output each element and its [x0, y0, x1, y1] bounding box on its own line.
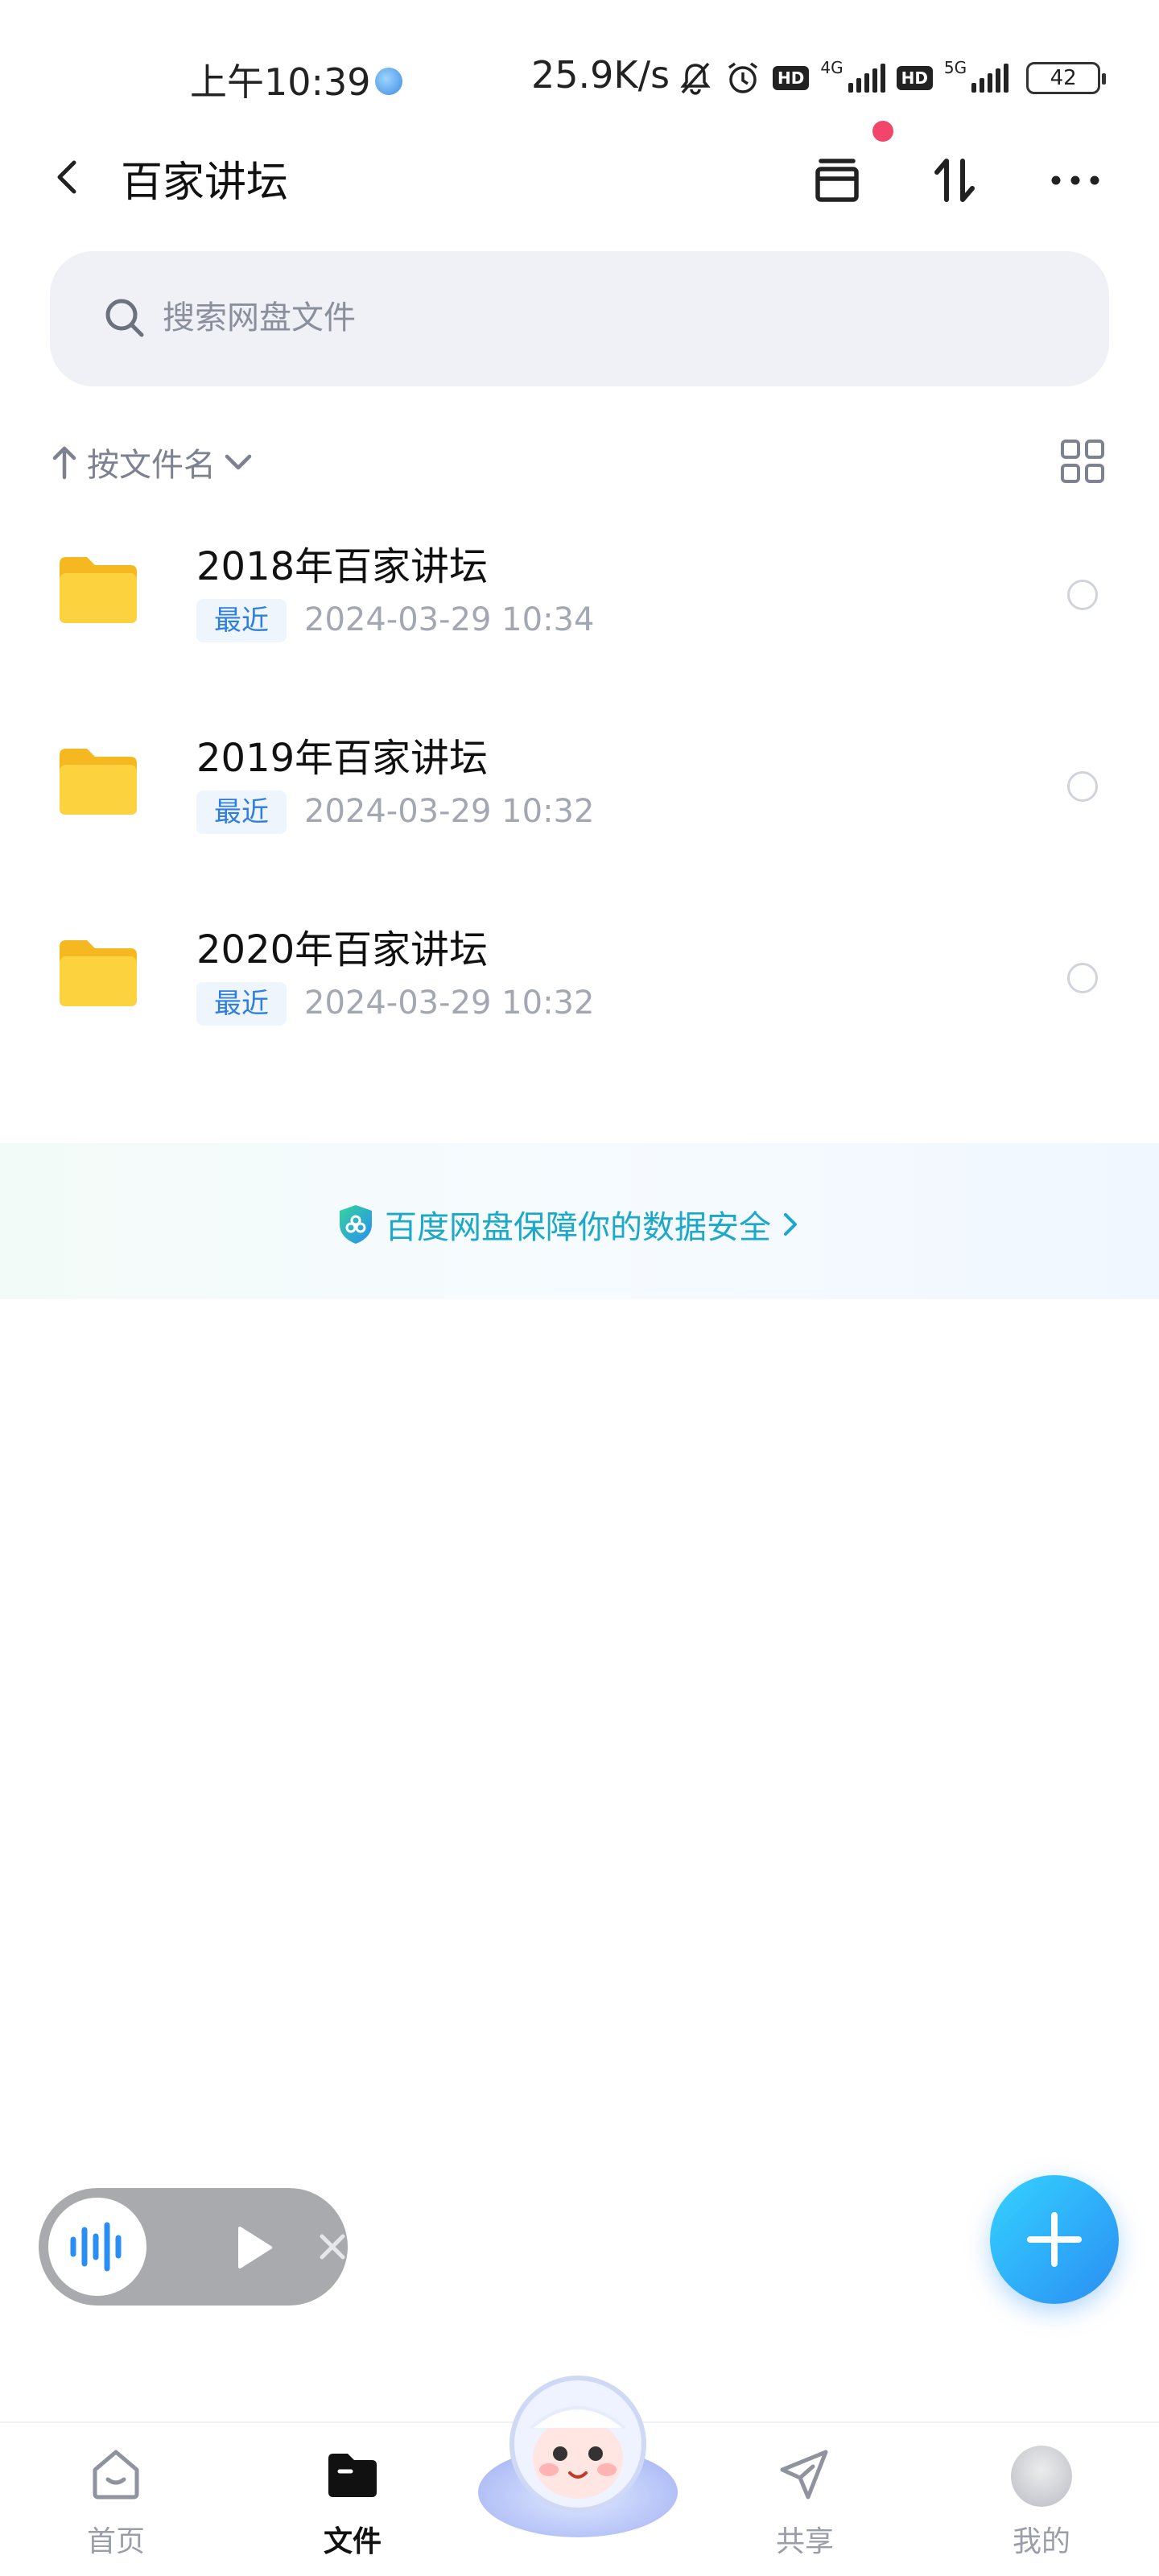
nav-label: 首页 [86, 2525, 145, 2558]
file-name: 2020年百家讲坛 [196, 927, 489, 972]
page-title: 百家讲坛 [121, 159, 289, 207]
signal-icon [848, 64, 885, 93]
add-button[interactable] [990, 2175, 1119, 2304]
nav-label: 文件 [323, 2525, 382, 2558]
hd-badge: HD [896, 66, 933, 90]
nav-label: 我的 [1012, 2525, 1070, 2558]
file-name: 2018年百家讲坛 [196, 544, 489, 589]
search-placeholder: 搜索网盘文件 [163, 299, 356, 336]
header: 百家讲坛 [0, 137, 1159, 217]
network-type: 5G [943, 58, 967, 77]
back-icon[interactable] [45, 155, 90, 200]
nav-item-home[interactable]: 首页 [43, 2423, 188, 2576]
battery-icon: 42 [1026, 62, 1107, 94]
select-checkbox[interactable] [1067, 963, 1098, 993]
mini-audio-player[interactable] [39, 2188, 348, 2306]
signal-icon [971, 64, 1009, 93]
file-date: 2024-03-29 10:34 [304, 601, 595, 638]
chevron-right-icon [784, 1213, 797, 1236]
nav-item-files[interactable]: 文件 [280, 2423, 425, 2576]
sort-label: 按文件名 [87, 447, 216, 484]
close-icon[interactable] [316, 2230, 349, 2264]
play-icon[interactable] [229, 2223, 277, 2272]
file-list-item[interactable]: 2019年百家讲坛 最近 2024-03-29 10:32 [0, 699, 1159, 868]
folder-icon [60, 749, 137, 815]
search-icon [105, 299, 144, 337]
mascot-assistant-button[interactable] [475, 2363, 681, 2541]
status-time: 上午10:39 [190, 60, 371, 104]
notification-dot [872, 121, 893, 142]
shield-icon [340, 1205, 372, 1244]
plus-icon [1027, 2212, 1082, 2267]
recent-badge: 最近 [196, 791, 287, 834]
sort-selector[interactable]: 按文件名 [50, 431, 254, 493]
select-checkbox[interactable] [1067, 580, 1098, 610]
folder-icon [60, 940, 137, 1006]
browser-indicator-icon [375, 68, 402, 95]
chevron-down-icon [225, 454, 252, 470]
sound-wave-icon [70, 2222, 122, 2272]
folder-icon [60, 557, 137, 623]
security-link[interactable]: 百度网盘保障你的数据安全 [336, 1201, 802, 1248]
file-date: 2024-03-29 10:32 [304, 985, 595, 1022]
search-input[interactable]: 搜索网盘文件 [50, 251, 1109, 386]
more-icon[interactable] [1046, 151, 1104, 209]
network-speed: 25.9K/s [531, 53, 670, 97]
sort-transfer-icon[interactable] [926, 151, 984, 209]
nav-label: 共享 [775, 2525, 834, 2558]
security-banner[interactable]: 百度网盘保障你的数据安全 [0, 1143, 1159, 1299]
select-checkbox[interactable] [1067, 771, 1098, 802]
avatar [1011, 2446, 1072, 2507]
folder-icon [328, 2454, 377, 2497]
grid-view-icon[interactable] [1059, 438, 1106, 485]
security-text: 百度网盘保障你的数据安全 [385, 1209, 771, 1246]
nav-item-share[interactable]: 共享 [732, 2423, 877, 2576]
mute-bell-icon [680, 62, 711, 95]
archive-icon[interactable] [808, 151, 866, 209]
status-bar: 上午10:39 25.9K/s HD 4G HD 5G 42 [0, 0, 1159, 153]
file-name: 2019年百家讲坛 [196, 736, 489, 781]
audio-wave-button[interactable] [48, 2198, 146, 2296]
hd-badge: HD [773, 66, 810, 90]
share-icon [780, 2450, 828, 2500]
file-list-item[interactable]: 2018年百家讲坛 最近 2024-03-29 10:34 [0, 507, 1159, 676]
home-icon [93, 2450, 139, 2500]
recent-badge: 最近 [196, 982, 287, 1026]
alarm-icon [728, 62, 758, 93]
nav-item-mine[interactable]: 我的 [969, 2423, 1114, 2576]
file-list-item[interactable]: 2020年百家讲坛 最近 2024-03-29 10:32 [0, 890, 1159, 1059]
arrow-up-icon [52, 446, 76, 480]
file-date: 2024-03-29 10:32 [304, 793, 595, 830]
network-type: 4G [820, 58, 843, 77]
status-icons: HD 4G HD 5G 42 [678, 58, 1107, 98]
recent-badge: 最近 [196, 599, 287, 642]
